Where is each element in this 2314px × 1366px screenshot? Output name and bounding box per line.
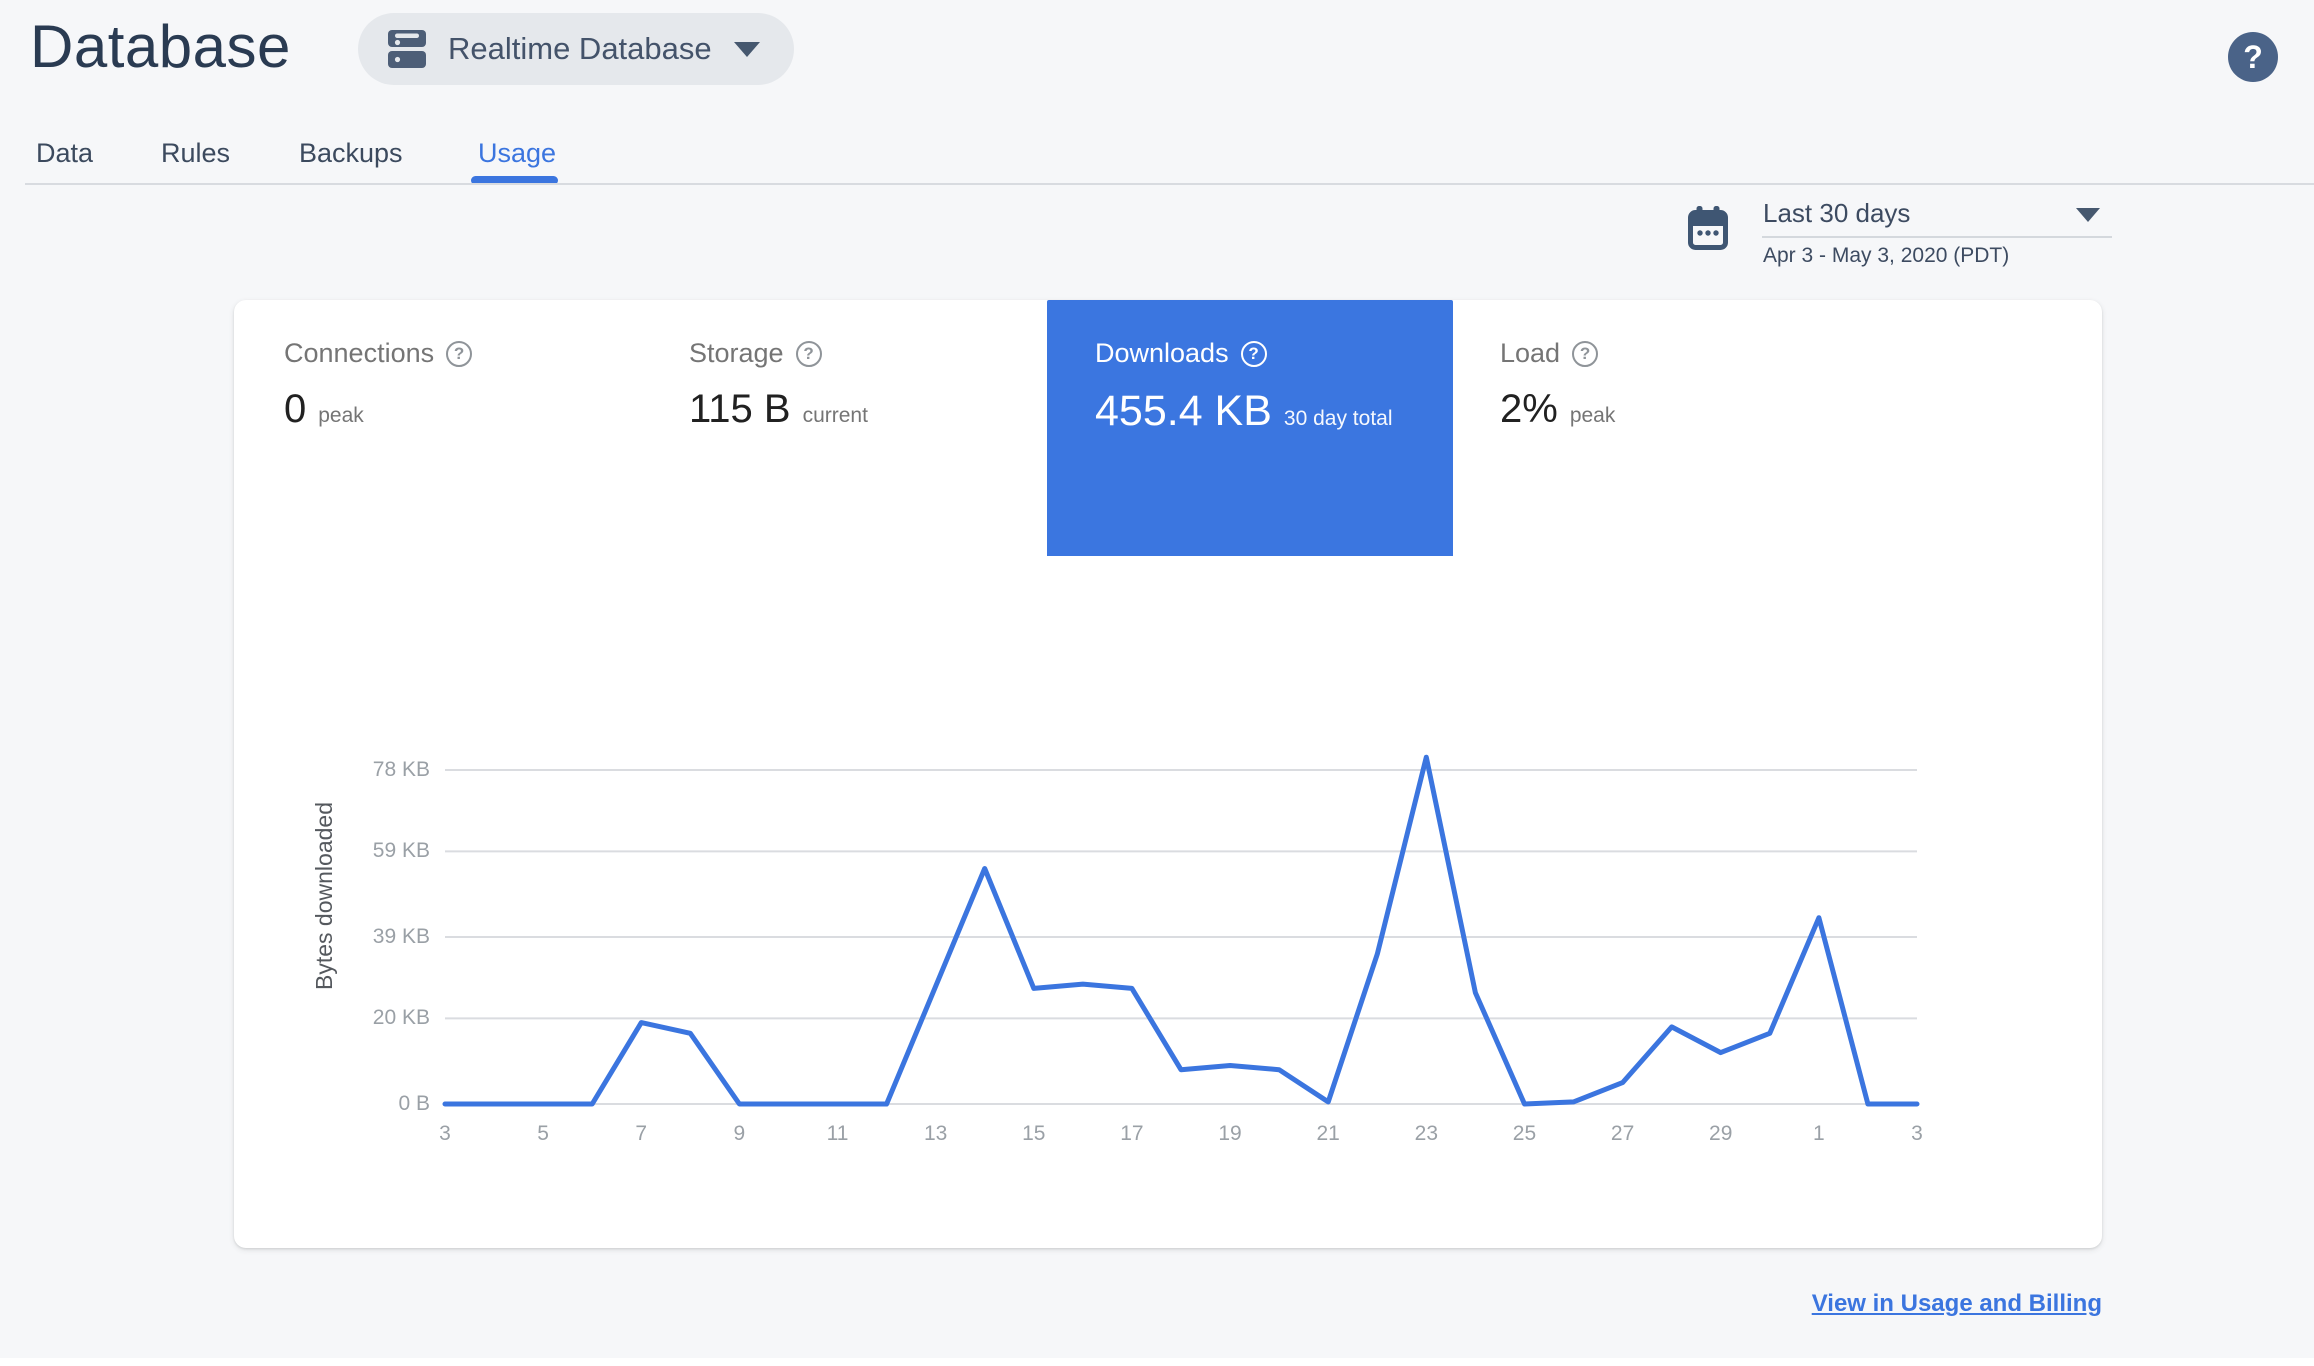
tab-rules[interactable]: Rules	[161, 138, 230, 169]
y-tick-label: 20 KB	[372, 1006, 430, 1030]
tab-usage[interactable]: Usage	[478, 138, 556, 169]
x-tick-label: 5	[537, 1122, 549, 1145]
tab-data[interactable]: Data	[36, 138, 93, 169]
view-usage-billing-link[interactable]: View in Usage and Billing	[1812, 1290, 2102, 1318]
tab-bar: Data Rules Backups Usage	[0, 138, 2314, 186]
x-tick-label: 19	[1218, 1122, 1242, 1145]
x-tick-label: 15	[1022, 1122, 1046, 1145]
y-tick-label: 78 KB	[372, 758, 430, 781]
chart-canvas	[442, 754, 1920, 1107]
x-tick-label: 1	[1813, 1122, 1825, 1145]
chevron-down-icon	[2076, 208, 2100, 222]
x-tick-label: 13	[923, 1122, 948, 1145]
x-tick-label: 9	[733, 1122, 746, 1145]
question-mark-icon: ?	[2243, 38, 2263, 75]
usage-card: Connections ? 0 peak Storage ? 115 B cur…	[234, 300, 2102, 1248]
calendar-icon	[1688, 206, 1728, 255]
tab-backups[interactable]: Backups	[299, 138, 403, 169]
y-tick-label: 39 KB	[372, 925, 430, 948]
x-tick-label: 3	[1911, 1122, 1923, 1145]
dns-icon	[388, 30, 426, 68]
tab-bar-divider	[25, 183, 2314, 185]
instance-selector-label: Realtime Database	[448, 31, 712, 66]
x-tick-label: 29	[1709, 1122, 1733, 1145]
date-range-underline	[1762, 236, 2112, 238]
x-tick-label: 17	[1120, 1122, 1144, 1145]
downloads-series-line	[442, 754, 1920, 1107]
chevron-down-icon	[733, 41, 760, 57]
y-tick-label: 59 KB	[372, 839, 430, 863]
x-tick-label: 21	[1316, 1122, 1340, 1145]
date-range-value: Apr 3 - May 3, 2020 (PDT)	[1763, 244, 2010, 267]
x-tick-label: 27	[1610, 1122, 1635, 1145]
downloads-line-chart: Bytes downloaded 0 B 20 KB 39 KB 59 KB 78 KB…	[234, 300, 2102, 1248]
y-tick-label: 0 B	[398, 1092, 430, 1115]
x-tick-label: 23	[1414, 1122, 1438, 1145]
page-bottom-edge	[0, 1358, 2314, 1366]
x-tick-label: 3	[439, 1122, 451, 1145]
database-instance-selector[interactable]: Realtime Database	[358, 13, 794, 85]
x-tick-label: 7	[635, 1122, 648, 1145]
date-range-preset[interactable]: Last 30 days	[1763, 198, 1910, 229]
help-button[interactable]: ?	[2228, 32, 2278, 82]
x-tick-label: 11	[826, 1122, 849, 1145]
page-title: Database	[30, 13, 291, 80]
x-tick-label: 25	[1512, 1122, 1537, 1145]
database-usage-page: Database Realtime Database ? Data Rules …	[0, 0, 2314, 1366]
